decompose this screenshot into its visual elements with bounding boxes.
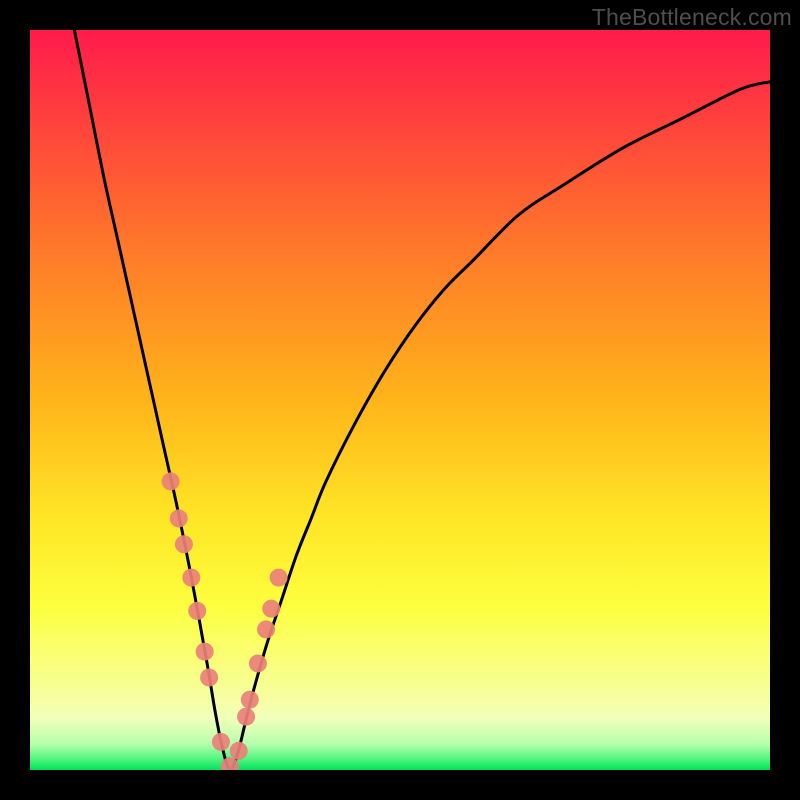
plot-area — [30, 30, 770, 770]
sample-marker — [230, 742, 248, 760]
sample-marker — [170, 509, 188, 527]
sample-marker — [182, 569, 200, 587]
gradient-background — [30, 30, 770, 770]
sample-marker — [162, 472, 180, 490]
sample-marker — [249, 654, 267, 672]
chart-frame: TheBottleneck.com — [0, 0, 800, 800]
watermark-text: TheBottleneck.com — [592, 4, 792, 31]
sample-marker — [196, 643, 214, 661]
sample-marker — [175, 535, 193, 553]
sample-marker — [237, 708, 255, 726]
sample-marker — [188, 602, 206, 620]
sample-marker — [257, 620, 275, 638]
sample-marker — [262, 600, 280, 618]
sample-marker — [200, 669, 218, 687]
sample-marker — [241, 691, 259, 709]
sample-marker — [270, 569, 288, 587]
chart-svg — [30, 30, 770, 770]
sample-marker — [212, 733, 230, 751]
